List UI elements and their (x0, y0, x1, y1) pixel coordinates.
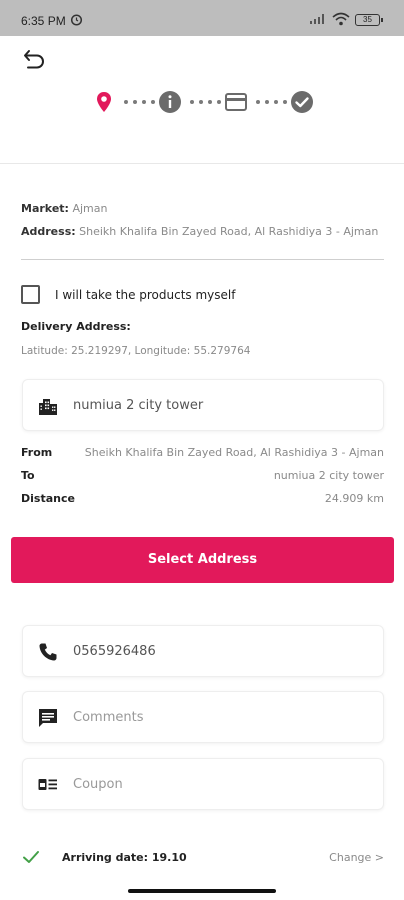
building-field[interactable]: numiua 2 city tower (22, 379, 384, 431)
step-dot (133, 100, 137, 104)
check-icon (23, 851, 39, 863)
phone-field[interactable]: 0565926486 (22, 625, 384, 677)
alarm-icon (70, 14, 83, 26)
checkout-stepper (92, 90, 322, 114)
arriving-date-value: 19.10 (151, 851, 187, 864)
arriving-date-text: Arriving date: (62, 851, 149, 864)
step-dot (274, 100, 278, 104)
coupon-icon (38, 779, 57, 790)
coupon-field[interactable]: Coupon (22, 758, 384, 810)
comments-field[interactable]: Comments (22, 691, 384, 743)
distance-label: Distance (21, 492, 75, 505)
back-arrow-icon[interactable] (22, 48, 48, 70)
from-value: Sheikh Khalifa Bin Zayed Road, Al Rashid… (84, 446, 384, 459)
distance-value: 24.909 km (324, 492, 384, 505)
market-label: Market: (21, 202, 69, 215)
credit-card-icon (225, 93, 247, 111)
market-value: Ajman (72, 202, 108, 215)
comment-icon (39, 709, 57, 727)
gesture-navigation-bar (128, 889, 276, 893)
building-icon (39, 399, 57, 415)
address-label: Address: (21, 225, 76, 238)
check-circle-icon (291, 91, 313, 113)
select-address-button[interactable]: Select Address (11, 537, 394, 583)
to-value: numiua 2 city tower (273, 469, 384, 482)
step-dot (199, 100, 203, 104)
section-divider (21, 259, 384, 260)
address-row: Address: Sheikh Khalifa Bin Zayed Road, … (21, 225, 378, 238)
location-pin-icon (97, 92, 111, 112)
step-dot (208, 100, 212, 104)
step-dot (142, 100, 146, 104)
step-dot (283, 100, 287, 104)
change-date-link[interactable]: Change > (329, 851, 384, 864)
take-myself-checkbox[interactable] (21, 285, 40, 304)
step-dot (190, 100, 194, 104)
take-myself-label: I will take the products myself (55, 288, 236, 302)
info-icon (159, 91, 181, 113)
step-dot (265, 100, 269, 104)
phone-icon (39, 643, 57, 661)
status-bar: 6:35 PM 35 (0, 0, 404, 36)
step-dot (124, 100, 128, 104)
step-dot (256, 100, 260, 104)
arriving-date-row: Arriving date: 19.10 Change > (21, 848, 384, 868)
wifi-icon (332, 12, 350, 26)
coupon-placeholder: Coupon (73, 777, 123, 792)
market-row: Market: Ajman (21, 202, 107, 215)
phone-value: 0565926486 (73, 644, 156, 659)
from-label: From (21, 446, 53, 459)
address-value: Sheikh Khalifa Bin Zayed Road, Al Rashid… (79, 225, 379, 238)
step-dot (151, 100, 155, 104)
building-value: numiua 2 city tower (73, 398, 204, 413)
header-divider (0, 163, 404, 164)
status-time: 6:35 PM (21, 14, 66, 28)
delivery-address-title: Delivery Address: (21, 320, 131, 333)
arriving-date-label: Arriving date: 19.10 (62, 851, 187, 864)
delivery-coordinates: Latitude: 25.219297, Longitude: 55.27976… (21, 345, 251, 357)
to-label: To (21, 469, 35, 482)
step-dot (217, 100, 221, 104)
battery-icon: 35 (355, 14, 383, 26)
signal-icon (310, 14, 324, 24)
comments-placeholder: Comments (73, 710, 144, 725)
